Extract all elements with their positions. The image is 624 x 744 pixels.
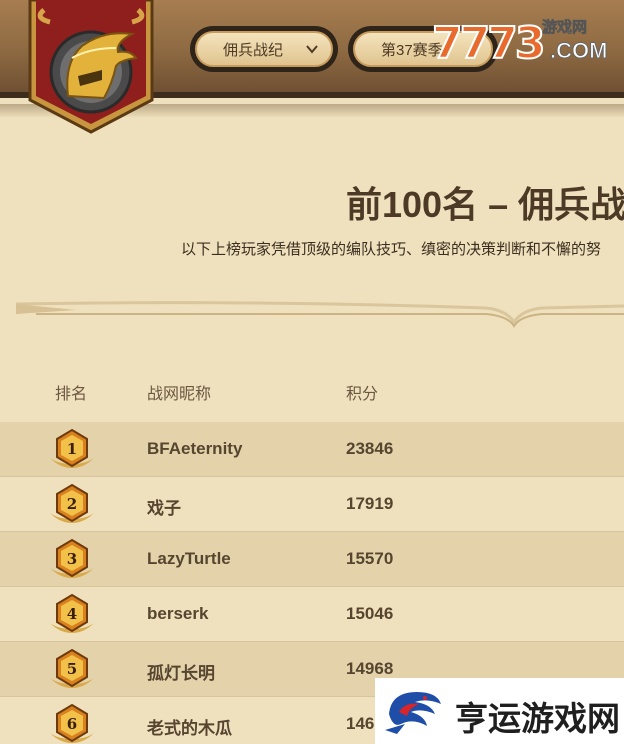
page-subtitle: 以下上榜玩家凭借顶级的编队技巧、缜密的决策判断和不懈的努 — [181, 241, 602, 258]
table-row: 3 LazyTurtle 15570 — [0, 532, 624, 587]
player-name: 孤灯长明 — [147, 664, 215, 683]
header-rank: 排名 — [55, 386, 88, 403]
watermark-site: 游戏网 — [542, 19, 588, 37]
player-name: LazyTurtle — [147, 549, 231, 568]
golden-helmet-icon[interactable] — [20, 0, 162, 134]
player-name: BFAeternity — [147, 439, 243, 458]
rank-number: 5 — [67, 660, 77, 678]
mode-dropdown[interactable]: 佣兵战纪 — [190, 26, 338, 72]
rank-number: 2 — [67, 495, 77, 513]
rank-number: 1 — [67, 440, 77, 458]
player-score: 23846 — [346, 439, 394, 458]
table-row: 4 berserk 15046 — [0, 587, 624, 642]
dragon-logo-icon — [385, 692, 441, 734]
site-watermark-bottom: 亨运游戏网 — [375, 678, 624, 744]
watermark-com: .COM — [549, 38, 608, 64]
rank-laurel-badge-icon: 4 — [50, 593, 94, 633]
header-nickname: 战网昵称 — [147, 386, 212, 403]
player-score: 146 — [346, 714, 375, 733]
page-title: 前100名 – 佣兵战 — [346, 184, 624, 225]
rank-number: 4 — [67, 605, 77, 623]
site-watermark-top: 7773 游戏网 .COM — [431, 14, 612, 70]
player-name: berserk — [147, 604, 209, 623]
player-score: 14968 — [346, 659, 394, 678]
rank-laurel-badge-icon: 3 — [50, 538, 94, 578]
rank-laurel-badge-icon: 6 — [50, 703, 94, 743]
ornamental-divider — [16, 301, 624, 328]
rank-laurel-badge-icon: 2 — [50, 483, 94, 523]
player-name: 老式的木瓜 — [147, 719, 232, 738]
watermark-number: 7773 — [431, 17, 546, 70]
table-row: 2 戏子 17919 — [0, 477, 624, 532]
chevron-down-icon — [306, 45, 318, 54]
mode-dropdown-label: 佣兵战纪 — [223, 41, 284, 59]
player-score: 15570 — [346, 549, 394, 568]
player-score: 15046 — [346, 604, 394, 623]
player-name: 戏子 — [147, 499, 181, 518]
table-row: 1 BFAeternity 23846 — [0, 422, 624, 477]
rank-laurel-badge-icon: 1 — [50, 428, 94, 468]
rank-number: 6 — [67, 715, 77, 733]
rank-laurel-badge-icon: 5 — [50, 648, 94, 688]
watermark-bottom-text: 亨运游戏网 — [455, 699, 620, 738]
header-score: 积分 — [346, 386, 379, 403]
player-score: 17919 — [346, 494, 394, 513]
rank-number: 3 — [67, 550, 77, 568]
